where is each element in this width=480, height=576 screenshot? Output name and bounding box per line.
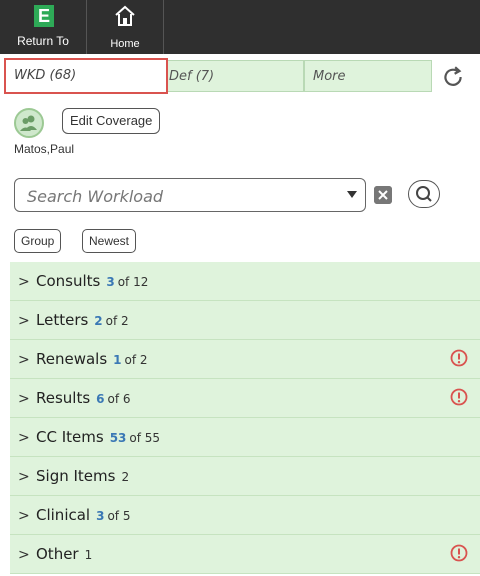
workload-row-count: 3	[106, 275, 115, 289]
workload-row-name: Letters	[36, 311, 89, 329]
workload-row-label: Sign Items 2	[36, 467, 129, 485]
user-name: Matos,Paul	[14, 142, 75, 156]
refresh-icon[interactable]	[440, 64, 466, 90]
workload-row-total: of 55	[129, 431, 161, 445]
search-icon	[416, 186, 432, 202]
tab-def[interactable]: Def (7)	[160, 60, 304, 92]
chevron-right-icon: >	[18, 313, 30, 329]
users-icon	[20, 115, 37, 131]
workload-list: > Consults 3 of 12 > Letters 2 of 2 > Renewals 1 of…	[10, 262, 480, 574]
search-input[interactable]	[25, 183, 329, 209]
workload-row-total: of 12	[117, 275, 149, 289]
workload-row-label: CC Items 53 of 55	[36, 428, 160, 446]
workload-row-label: Renewals 1 of 2	[36, 350, 148, 368]
workload-row-count: 2	[94, 314, 103, 328]
workload-row-count: 1	[113, 353, 122, 367]
workload-row[interactable]: > CC Items 53 of 55	[10, 418, 480, 457]
workload-row-name: Consults	[36, 272, 101, 290]
workload-row-name: Renewals	[36, 350, 108, 368]
home-icon	[115, 5, 135, 26]
workload-row-label: Other 1	[36, 545, 92, 563]
return-to-label: Return To	[17, 34, 69, 48]
chevron-right-icon: >	[18, 547, 30, 563]
chevron-right-icon: >	[18, 430, 30, 446]
workload-row-label: Results 6 of 6	[36, 389, 131, 407]
workload-row[interactable]: > Consults 3 of 12	[10, 262, 480, 301]
workload-row-total: of 2	[124, 353, 148, 367]
workload-row-label: Consults 3 of 12	[36, 272, 148, 290]
workload-row-total: of 2	[105, 314, 129, 328]
workload-row[interactable]: > Other 1	[10, 535, 480, 574]
workload-row[interactable]: > Letters 2 of 2	[10, 301, 480, 340]
workload-row[interactable]: > Clinical 3 of 5	[10, 496, 480, 535]
workload-row-name: Other	[36, 545, 79, 563]
chevron-right-icon: >	[18, 274, 30, 290]
workload-row[interactable]: > Renewals 1 of 2	[10, 340, 480, 379]
workload-row-total: 2	[121, 470, 130, 484]
workload-row-name: CC Items	[36, 428, 104, 446]
alert-icon[interactable]	[450, 349, 468, 367]
top-toolbar: E Return To Home	[0, 0, 480, 54]
search-button[interactable]	[408, 180, 440, 208]
edit-coverage-button[interactable]: Edit Coverage	[62, 108, 161, 134]
workload-row[interactable]: > Sign Items 2	[10, 457, 480, 496]
workload-row[interactable]: > Results 6 of 6	[10, 379, 480, 418]
newest-button[interactable]: Newest	[82, 229, 137, 253]
home-button[interactable]: Home	[87, 0, 164, 54]
workload-row-total: of 5	[107, 509, 131, 523]
chevron-right-icon: >	[18, 391, 30, 407]
workload-row-name: Clinical	[36, 506, 91, 524]
workload-row-name: Results	[36, 389, 91, 407]
return-to-button[interactable]: E Return To	[0, 0, 87, 54]
workload-row-name: Sign Items	[36, 467, 116, 485]
workload-row-count: 6	[96, 392, 105, 406]
workload-row-label: Letters 2 of 2	[36, 311, 129, 329]
workload-row-count: 53	[109, 431, 127, 445]
workload-row-total: 1	[84, 548, 93, 562]
workload-row-count: 3	[96, 509, 105, 523]
workload-tabs: Def (7) More WKD (68)	[0, 58, 480, 96]
group-button[interactable]: Group	[14, 229, 62, 253]
dropdown-caret-icon[interactable]	[347, 191, 357, 198]
clear-search-icon[interactable]	[374, 186, 392, 204]
tab-wkd[interactable]: WKD (68)	[4, 58, 168, 94]
chevron-right-icon: >	[18, 469, 30, 485]
search-workload-combobox[interactable]	[14, 178, 366, 212]
tab-more[interactable]: More	[304, 60, 432, 92]
workload-row-total: of 6	[107, 392, 131, 406]
workload-row-label: Clinical 3 of 5	[36, 506, 130, 524]
alert-icon[interactable]	[450, 544, 468, 562]
coverage-avatar-button[interactable]	[14, 108, 44, 138]
e-logo-icon: E	[34, 5, 54, 27]
alert-icon[interactable]	[450, 388, 468, 406]
home-label: Home	[110, 38, 140, 50]
chevron-right-icon: >	[18, 508, 30, 524]
chevron-right-icon: >	[18, 352, 30, 368]
